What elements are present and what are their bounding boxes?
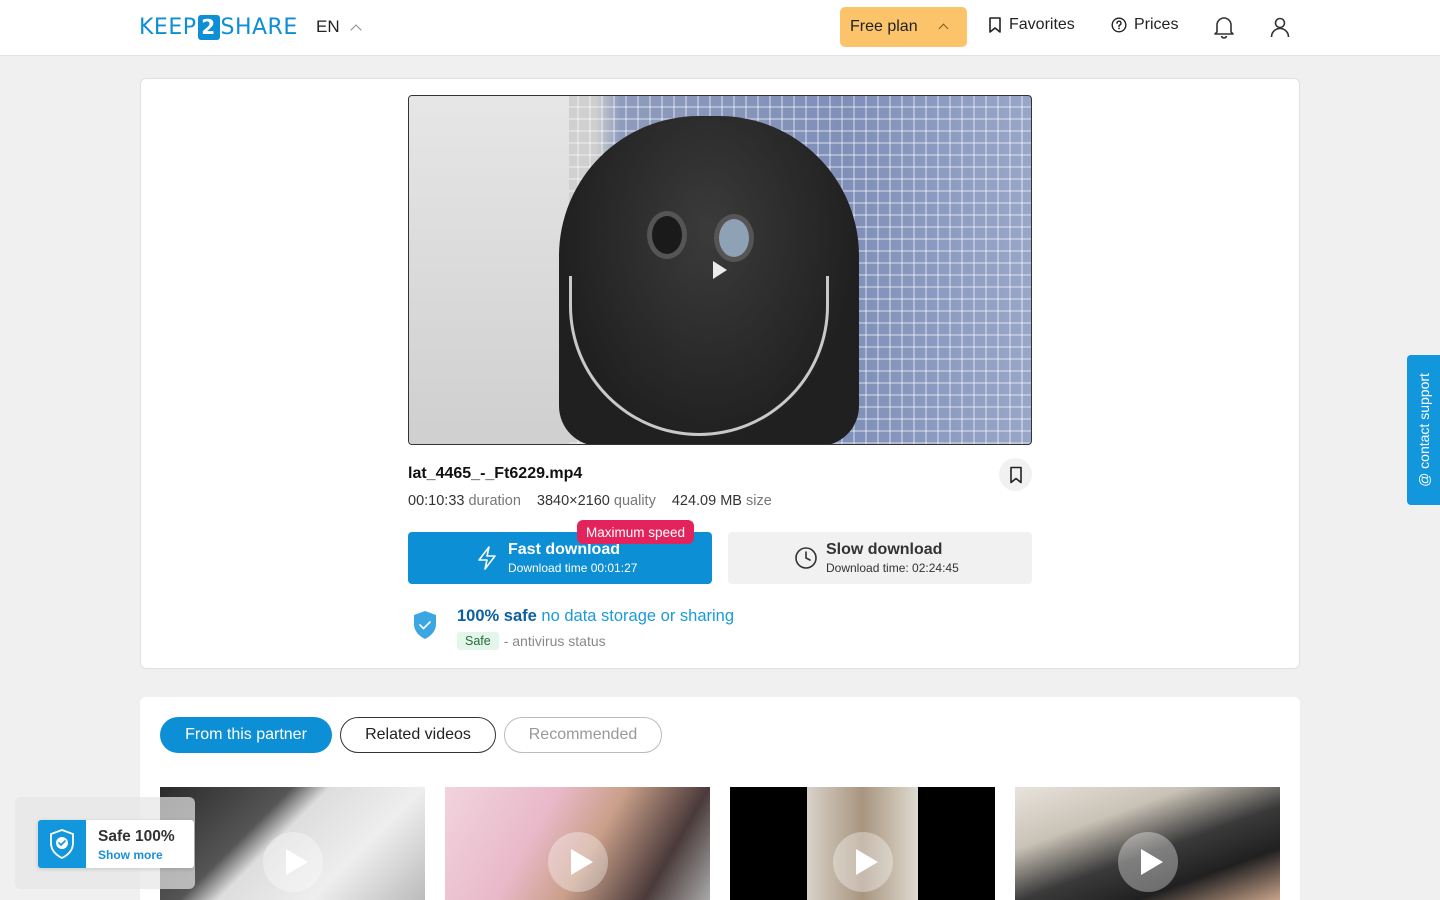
safety-light: no data storage or sharing [541, 607, 735, 625]
user-icon [1270, 17, 1290, 38]
antivirus-status-text: - antivirus status [503, 633, 606, 649]
favorites-link[interactable]: Favorites [988, 16, 1075, 34]
video-frame-wall [409, 96, 569, 444]
play-icon[interactable] [263, 832, 323, 892]
chevron-up-icon [938, 23, 949, 34]
safe-widget-show-more[interactable]: Show more [98, 848, 163, 862]
add-favorite-button[interactable] [999, 458, 1032, 491]
file-meta: 00:10:33 duration 3840×2160 quality 424.… [408, 493, 772, 509]
duration-meta: 00:10:33 duration [408, 493, 521, 509]
tab-from-this-partner[interactable]: From this partner [160, 717, 332, 753]
file-name: lat_4465_-_Ft6229.mp4 [408, 465, 583, 482]
video-thumbnail[interactable] [160, 787, 425, 900]
safe-widget-title: Safe 100% [98, 828, 175, 845]
bell-icon [1214, 17, 1234, 39]
language-selector[interactable]: EN [316, 17, 362, 37]
profile-button[interactable] [1267, 14, 1293, 40]
top-header: KEEP 2 SHARE EN Free plan Favorites Prices [0, 0, 1440, 56]
video-frame-detail [647, 211, 687, 259]
safety-strong: 100% safe [457, 607, 537, 625]
slow-download-title: Slow download [826, 541, 943, 558]
video-thumbnail[interactable] [445, 787, 710, 900]
quality-label: quality [613, 493, 656, 509]
slow-download-button[interactable]: Slow download Download time: 02:24:45 [728, 532, 1032, 584]
logo-text-mid: 2 [197, 14, 220, 40]
video-frame-detail [714, 214, 754, 262]
safe-widget[interactable]: Safe 100% Show more [38, 820, 194, 868]
video-thumbnail[interactable] [730, 787, 995, 900]
prices-link[interactable]: Prices [1111, 16, 1178, 34]
keep2share-logo[interactable]: KEEP 2 SHARE [139, 14, 298, 40]
shield-check-icon [50, 829, 74, 860]
fast-download-time: Download time 00:01:27 [508, 561, 638, 575]
tab-recommended[interactable]: Recommended [504, 717, 662, 753]
question-circle-icon [1111, 17, 1127, 33]
quality-value: 3840×2160 [536, 493, 610, 509]
antivirus-badge: Safe [457, 632, 499, 650]
play-icon[interactable] [713, 261, 727, 279]
free-plan-label: Free plan [850, 18, 918, 35]
play-icon[interactable] [548, 832, 608, 892]
language-label: EN [316, 17, 340, 36]
free-plan-button[interactable]: Free plan [840, 7, 967, 47]
slow-download-time: Download time: 02:24:45 [826, 561, 959, 575]
bookmark-icon [1009, 466, 1022, 483]
notifications-button[interactable] [1211, 14, 1237, 40]
logo-text-right: SHARE [220, 14, 298, 40]
safety-info: 100% safe no data storage or sharing [457, 607, 734, 626]
size-value: 424.09 MB [671, 493, 742, 509]
contact-support-tab[interactable]: @ contact support [1407, 355, 1440, 505]
quality-meta: 3840×2160 quality [537, 493, 656, 509]
bookmark-icon [989, 17, 1001, 33]
chevron-up-icon [349, 23, 362, 36]
video-thumbnail[interactable] [1015, 787, 1280, 900]
lightning-icon [478, 546, 496, 570]
prices-label: Prices [1134, 16, 1179, 33]
duration-label: duration [468, 493, 521, 509]
clock-icon [795, 547, 817, 569]
antivirus-status: Safe - antivirus status [457, 632, 606, 650]
size-meta: 424.09 MB size [672, 493, 772, 509]
size-label: size [746, 493, 772, 509]
tab-related-videos[interactable]: Related videos [340, 717, 496, 753]
safe-widget-icon-box [38, 820, 86, 868]
logo-text-left: KEEP [139, 14, 197, 40]
video-preview[interactable] [408, 95, 1032, 445]
play-icon[interactable] [1118, 832, 1178, 892]
maximum-speed-badge: Maximum speed [577, 520, 695, 544]
favorites-label: Favorites [1009, 16, 1075, 33]
play-icon[interactable] [833, 832, 893, 892]
contact-support-label: @ contact support [1415, 373, 1432, 487]
duration-value: 00:10:33 [408, 493, 465, 509]
shield-check-icon [414, 611, 436, 639]
